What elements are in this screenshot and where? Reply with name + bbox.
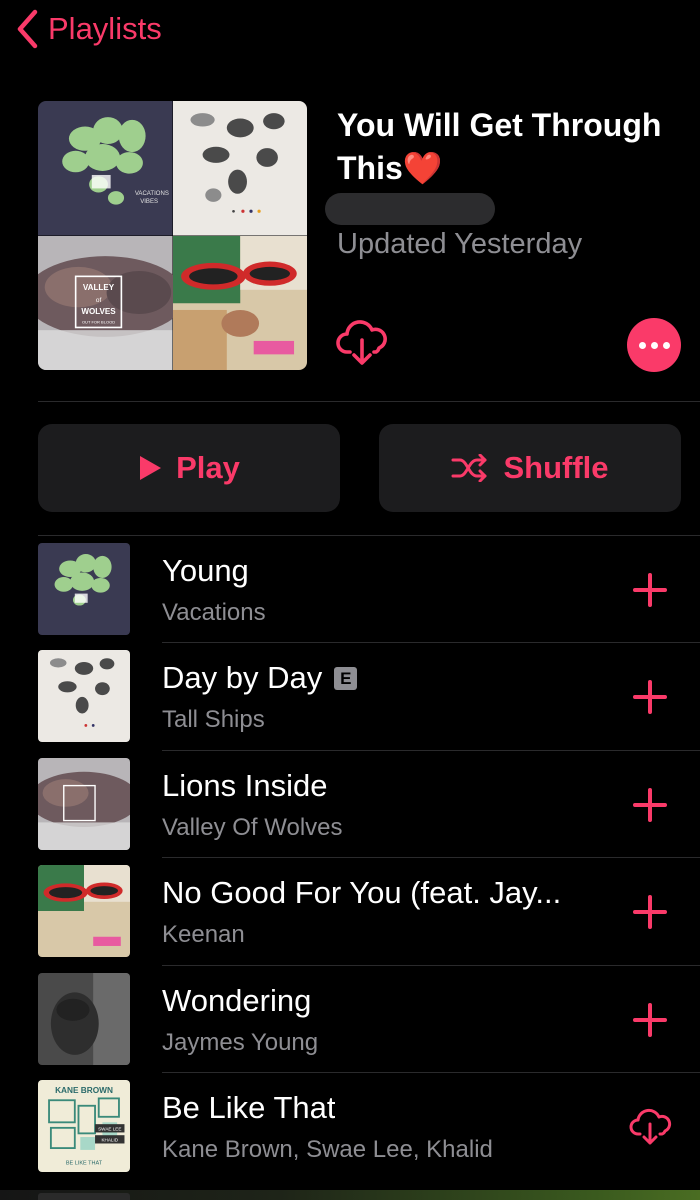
track-title: Wondering — [162, 983, 311, 1019]
track-row-wondering[interactable]: Wondering Jaymes Young — [0, 966, 700, 1073]
artwork-vacations-vibes: VACATIONS VIBES — [38, 101, 173, 236]
cloud-download-icon[interactable] — [626, 1107, 674, 1147]
plus-icon[interactable] — [626, 892, 674, 932]
updated-label: Updated Yesterday — [337, 228, 583, 260]
thumb-jaymes-young-art — [38, 972, 130, 1065]
track-row-lions-inside[interactable]: Lions Inside Valley Of Wolves — [0, 751, 700, 859]
track-title-text: Wondering — [162, 982, 312, 1018]
track-artwork — [38, 650, 130, 743]
back-label: Playlists — [48, 11, 162, 46]
play-button[interactable]: Play — [38, 424, 340, 512]
track-title-text: Day by Day — [162, 660, 323, 696]
valley-art-text-1: VALLEY — [83, 282, 115, 291]
playlist-title-text: You Will Get Through This — [337, 107, 662, 186]
track-list: Young Vacations Day by Day E Tall Ships — [0, 536, 700, 1180]
plus-icon[interactable] — [626, 1000, 674, 1040]
mini-player-peek — [0, 1190, 700, 1200]
shuffle-label: Shuffle — [503, 450, 609, 485]
track-title-text: Young — [162, 553, 249, 588]
plus-icon[interactable] — [626, 570, 674, 610]
track-artwork — [38, 865, 130, 958]
plus-icon[interactable] — [626, 785, 674, 825]
cloud-download-icon[interactable] — [336, 318, 388, 368]
thumb-vacations-art — [38, 543, 130, 635]
track-title-text: Be Like That — [162, 1089, 336, 1125]
track-title-text: No Good For You (feat. Jay... — [162, 875, 562, 911]
artwork-tall-ships — [172, 101, 307, 236]
plus-icon[interactable] — [626, 677, 674, 717]
more-button[interactable] — [627, 318, 681, 372]
track-row-no-good-for-you[interactable]: No Good For You (feat. Jay... Keenan — [0, 858, 700, 966]
track-title-text: Lions Inside — [162, 767, 328, 803]
track-artist: Jaymes Young — [162, 1028, 319, 1056]
playlist-artwork: VACATIONS VIBES VALLEY of WOLVES OUT FOR… — [38, 101, 307, 370]
track-title: Be Like That — [162, 1090, 335, 1126]
track-artist: Tall Ships — [162, 706, 265, 734]
next-row-artwork-peek — [38, 1193, 130, 1200]
play-icon — [140, 456, 162, 480]
track-artist: Valley Of Wolves — [162, 813, 343, 841]
play-label: Play — [176, 450, 240, 485]
thumb-keenan-art — [38, 865, 130, 958]
track-artwork — [38, 757, 130, 850]
valley-art-text-4: OUT FOR BLOOD — [82, 319, 115, 324]
track-artist: Vacations — [162, 599, 266, 626]
track-title: Young — [162, 553, 249, 589]
thumb-valley-art — [38, 757, 130, 850]
track-artist: Keenan — [162, 921, 245, 949]
heart-emoji: ❤️ — [402, 150, 443, 186]
track-row-young[interactable]: Young Vacations — [0, 536, 700, 644]
track-row-day-by-day[interactable]: Day by Day E Tall Ships — [0, 643, 700, 751]
valley-art-text-3: WOLVES — [81, 307, 116, 316]
vacations-art-text-2: VIBES — [140, 199, 158, 205]
thumb-kane-brown-art: KANE BROWN SWAE LEE KHALID BE LIKE THAT — [38, 1079, 130, 1172]
valley-art-text-2: of — [96, 296, 102, 303]
vacations-art-text-1: VACATIONS — [135, 191, 169, 197]
ellipsis-dot — [662, 341, 670, 349]
track-title: Lions Inside — [162, 768, 327, 804]
track-artwork — [38, 972, 130, 1065]
artwork-keenan — [172, 235, 307, 370]
back-button[interactable]: Playlists — [14, 8, 162, 50]
artwork-valley-of-wolves: VALLEY of WOLVES OUT FOR BLOOD — [38, 235, 173, 370]
explicit-badge: E — [334, 666, 358, 690]
track-artwork: KANE BROWN SWAE LEE KHALID BE LIKE THAT — [38, 1079, 130, 1172]
thumb-tall-ships-art — [38, 650, 130, 743]
ellipsis-icon — [638, 341, 646, 349]
kane-art-text-3: KHALID — [101, 1138, 118, 1143]
track-title: No Good For You (feat. Jay... — [162, 875, 561, 911]
track-artwork — [38, 543, 130, 635]
header-divider — [38, 401, 700, 402]
track-title: Day by Day E — [162, 660, 358, 696]
track-row-be-like-that[interactable]: KANE BROWN SWAE LEE KHALID BE LIKE THAT … — [0, 1073, 700, 1180]
playlist-title: You Will Get Through This❤️ — [337, 104, 687, 190]
kane-art-text-1: KANE BROWN — [55, 1086, 113, 1095]
shuffle-button[interactable]: Shuffle — [379, 424, 681, 512]
chevron-left-icon — [17, 9, 38, 49]
shuffle-icon — [451, 454, 487, 482]
kane-art-text-4: BE LIKE THAT — [66, 1161, 103, 1167]
track-artist: Kane Brown, Swae Lee, Khalid — [162, 1135, 493, 1163]
curator-name-redacted — [325, 193, 495, 225]
kane-art-text-2: SWAE LEE — [98, 1127, 121, 1132]
ellipsis-dot — [650, 341, 658, 349]
